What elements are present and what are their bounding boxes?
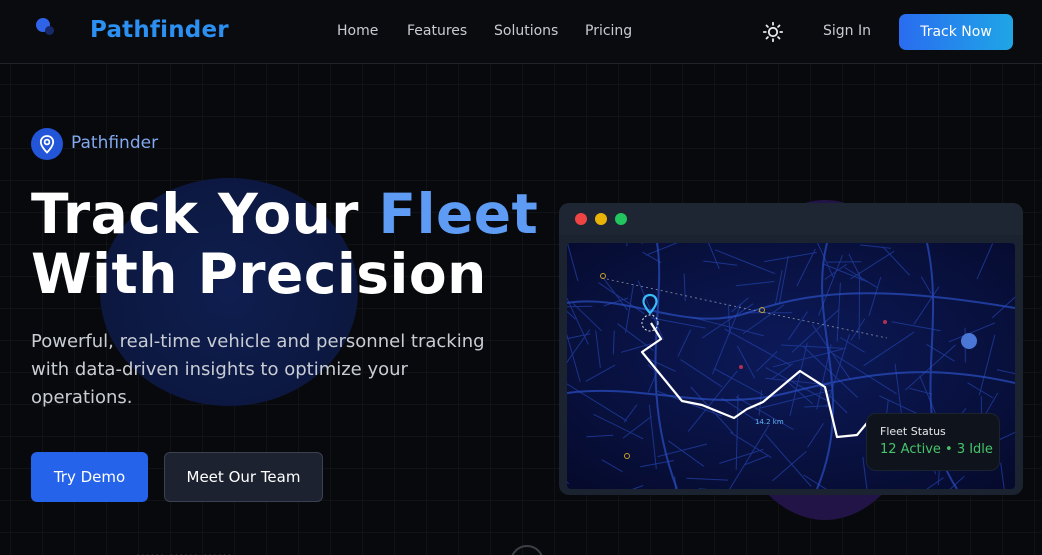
top-nav-bar: Pathfinder Home Features Solutions Prici… bbox=[0, 0, 1042, 64]
hero-headline: Track Your Fleet With Precision bbox=[31, 184, 538, 304]
sun-icon[interactable] bbox=[762, 21, 784, 43]
sign-in-link[interactable]: Sign In bbox=[823, 23, 871, 39]
headline-part1: Track Your bbox=[31, 182, 379, 246]
meet-team-button[interactable]: Meet Our Team bbox=[164, 452, 323, 502]
nav-link-pricing[interactable]: Pricing bbox=[585, 23, 632, 39]
window-minimize-dot bbox=[595, 213, 607, 225]
headline-line2: With Precision bbox=[31, 242, 487, 306]
map-pin-icon bbox=[31, 128, 63, 160]
try-demo-button[interactable]: Try Demo bbox=[31, 452, 148, 502]
fleet-status-title: Fleet Status bbox=[880, 425, 946, 438]
track-now-button[interactable]: Track Now bbox=[899, 14, 1013, 50]
window-title-bar bbox=[559, 203, 1023, 235]
nav-link-solutions[interactable]: Solutions bbox=[494, 23, 558, 39]
logo-icon[interactable] bbox=[36, 18, 58, 40]
window-maximize-dot bbox=[615, 213, 627, 225]
hero-subtext: Powerful, real-time vehicle and personne… bbox=[31, 331, 485, 408]
brand-name[interactable]: Pathfinder bbox=[90, 17, 229, 43]
nav-link-features[interactable]: Features bbox=[407, 23, 467, 39]
fleet-status-counts: 12 Active • 3 Idle bbox=[880, 442, 993, 457]
hero-badge-label: Pathfinder bbox=[71, 133, 159, 153]
window-close-dot bbox=[575, 213, 587, 225]
distance-label: 14.2 km bbox=[755, 418, 784, 426]
below-fold-text: ...... ...... ...... bbox=[136, 545, 233, 555]
headline-accent: Fleet bbox=[378, 182, 539, 246]
fleet-status-card: Fleet Status 12 Active • 3 Idle bbox=[866, 413, 1000, 471]
nav-link-home[interactable]: Home bbox=[337, 23, 378, 39]
